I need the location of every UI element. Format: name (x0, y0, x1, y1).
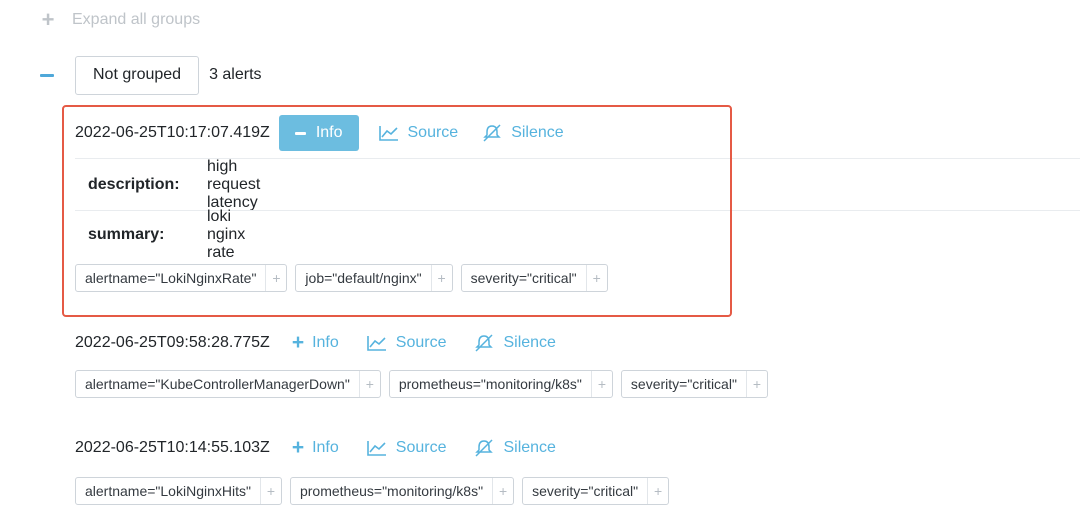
label-list: alertname="KubeControllerManagerDown" + p… (75, 370, 776, 398)
plus-icon: + (41, 7, 55, 32)
silence-label: Silence (503, 439, 556, 456)
expand-all-groups-button[interactable]: + Expand all groups (40, 7, 201, 32)
label-chip[interactable]: prometheus="monitoring/k8s" + (388, 370, 613, 398)
silence-button[interactable]: Silence (478, 115, 567, 151)
info-toggle-button[interactable]: + Info (288, 430, 343, 466)
expand-all-label: Expand all groups (72, 11, 201, 28)
label-chip[interactable]: alertname="LokiNginxHits" + (75, 477, 282, 505)
add-filter-icon[interactable]: + (745, 371, 767, 397)
label-list: alertname="LokiNginxHits" + prometheus="m… (75, 477, 677, 505)
annotation-row: description: high request latency (88, 158, 260, 211)
group-name-button[interactable]: Not grouped (75, 55, 200, 95)
label-chip[interactable]: severity="critical" + (460, 264, 608, 292)
chart-line-icon (366, 441, 386, 456)
label-chip[interactable]: prometheus="monitoring/k8s" + (289, 477, 515, 505)
info-label: Info (312, 334, 339, 351)
annotation-key: description: (88, 176, 180, 193)
source-button[interactable]: Source (363, 430, 451, 466)
info-label: Info (312, 439, 339, 456)
annotation-value: loki nginx rate (207, 208, 246, 261)
add-filter-icon[interactable]: + (265, 265, 286, 291)
plus-icon: + (291, 331, 305, 354)
add-filter-icon[interactable]: + (492, 478, 513, 504)
silence-label: Silence (511, 124, 564, 141)
silence-button[interactable]: Silence (470, 325, 559, 361)
group-header: Not grouped 3 alerts (40, 55, 262, 95)
alert-timestamp: 2022-06-25T10:17:07.419Z (75, 124, 270, 141)
bell-slash-icon (475, 439, 494, 457)
silence-label: Silence (503, 334, 556, 351)
add-filter-icon[interactable]: + (585, 265, 607, 291)
label-chip[interactable]: severity="critical" + (522, 477, 670, 505)
source-button[interactable]: Source (363, 325, 451, 361)
add-filter-icon[interactable]: + (430, 265, 452, 291)
label-list: alertname="LokiNginxRate" + job="default/… (75, 264, 616, 292)
source-label: Source (395, 439, 447, 456)
label-chip[interactable]: alertname="LokiNginxRate" + (75, 264, 288, 292)
alert-item: 2022-06-25T10:14:55.103Z + Info Source S… (75, 430, 560, 466)
silence-button[interactable]: Silence (470, 430, 559, 466)
chart-line-icon (378, 126, 398, 141)
plus-icon: + (291, 436, 305, 459)
label-chip[interactable]: job="default/nginx" + (295, 264, 453, 292)
label-chip[interactable]: severity="critical" + (620, 370, 768, 398)
group-alert-count: 3 alerts (209, 66, 262, 83)
alert-timestamp: 2022-06-25T09:58:28.775Z (75, 334, 270, 351)
annotation-value: high request latency (207, 158, 261, 211)
info-label: Info (315, 124, 343, 141)
annotation-key: summary: (88, 226, 165, 243)
annotation-row: summary: loki nginx rate (88, 208, 245, 261)
bell-slash-icon (483, 124, 502, 142)
minus-icon (294, 131, 306, 135)
add-filter-icon[interactable]: + (259, 478, 281, 504)
chart-line-icon (366, 336, 386, 351)
source-button[interactable]: Source (375, 115, 463, 151)
alert-timestamp: 2022-06-25T10:14:55.103Z (75, 439, 270, 456)
collapse-group-icon[interactable] (40, 73, 54, 77)
add-filter-icon[interactable]: + (358, 371, 380, 397)
source-label: Source (407, 124, 459, 141)
add-filter-icon[interactable]: + (590, 371, 612, 397)
info-toggle-button[interactable]: + Info (288, 325, 343, 361)
alert-item: 2022-06-25T10:17:07.419Z Info Source Sil… (75, 115, 568, 151)
source-label: Source (395, 334, 447, 351)
label-chip[interactable]: alertname="KubeControllerManagerDown" + (75, 370, 381, 398)
alert-item: 2022-06-25T09:58:28.775Z + Info Source S… (75, 325, 560, 361)
bell-slash-icon (475, 334, 494, 352)
add-filter-icon[interactable]: + (647, 478, 668, 504)
info-toggle-button[interactable]: Info (278, 115, 359, 151)
